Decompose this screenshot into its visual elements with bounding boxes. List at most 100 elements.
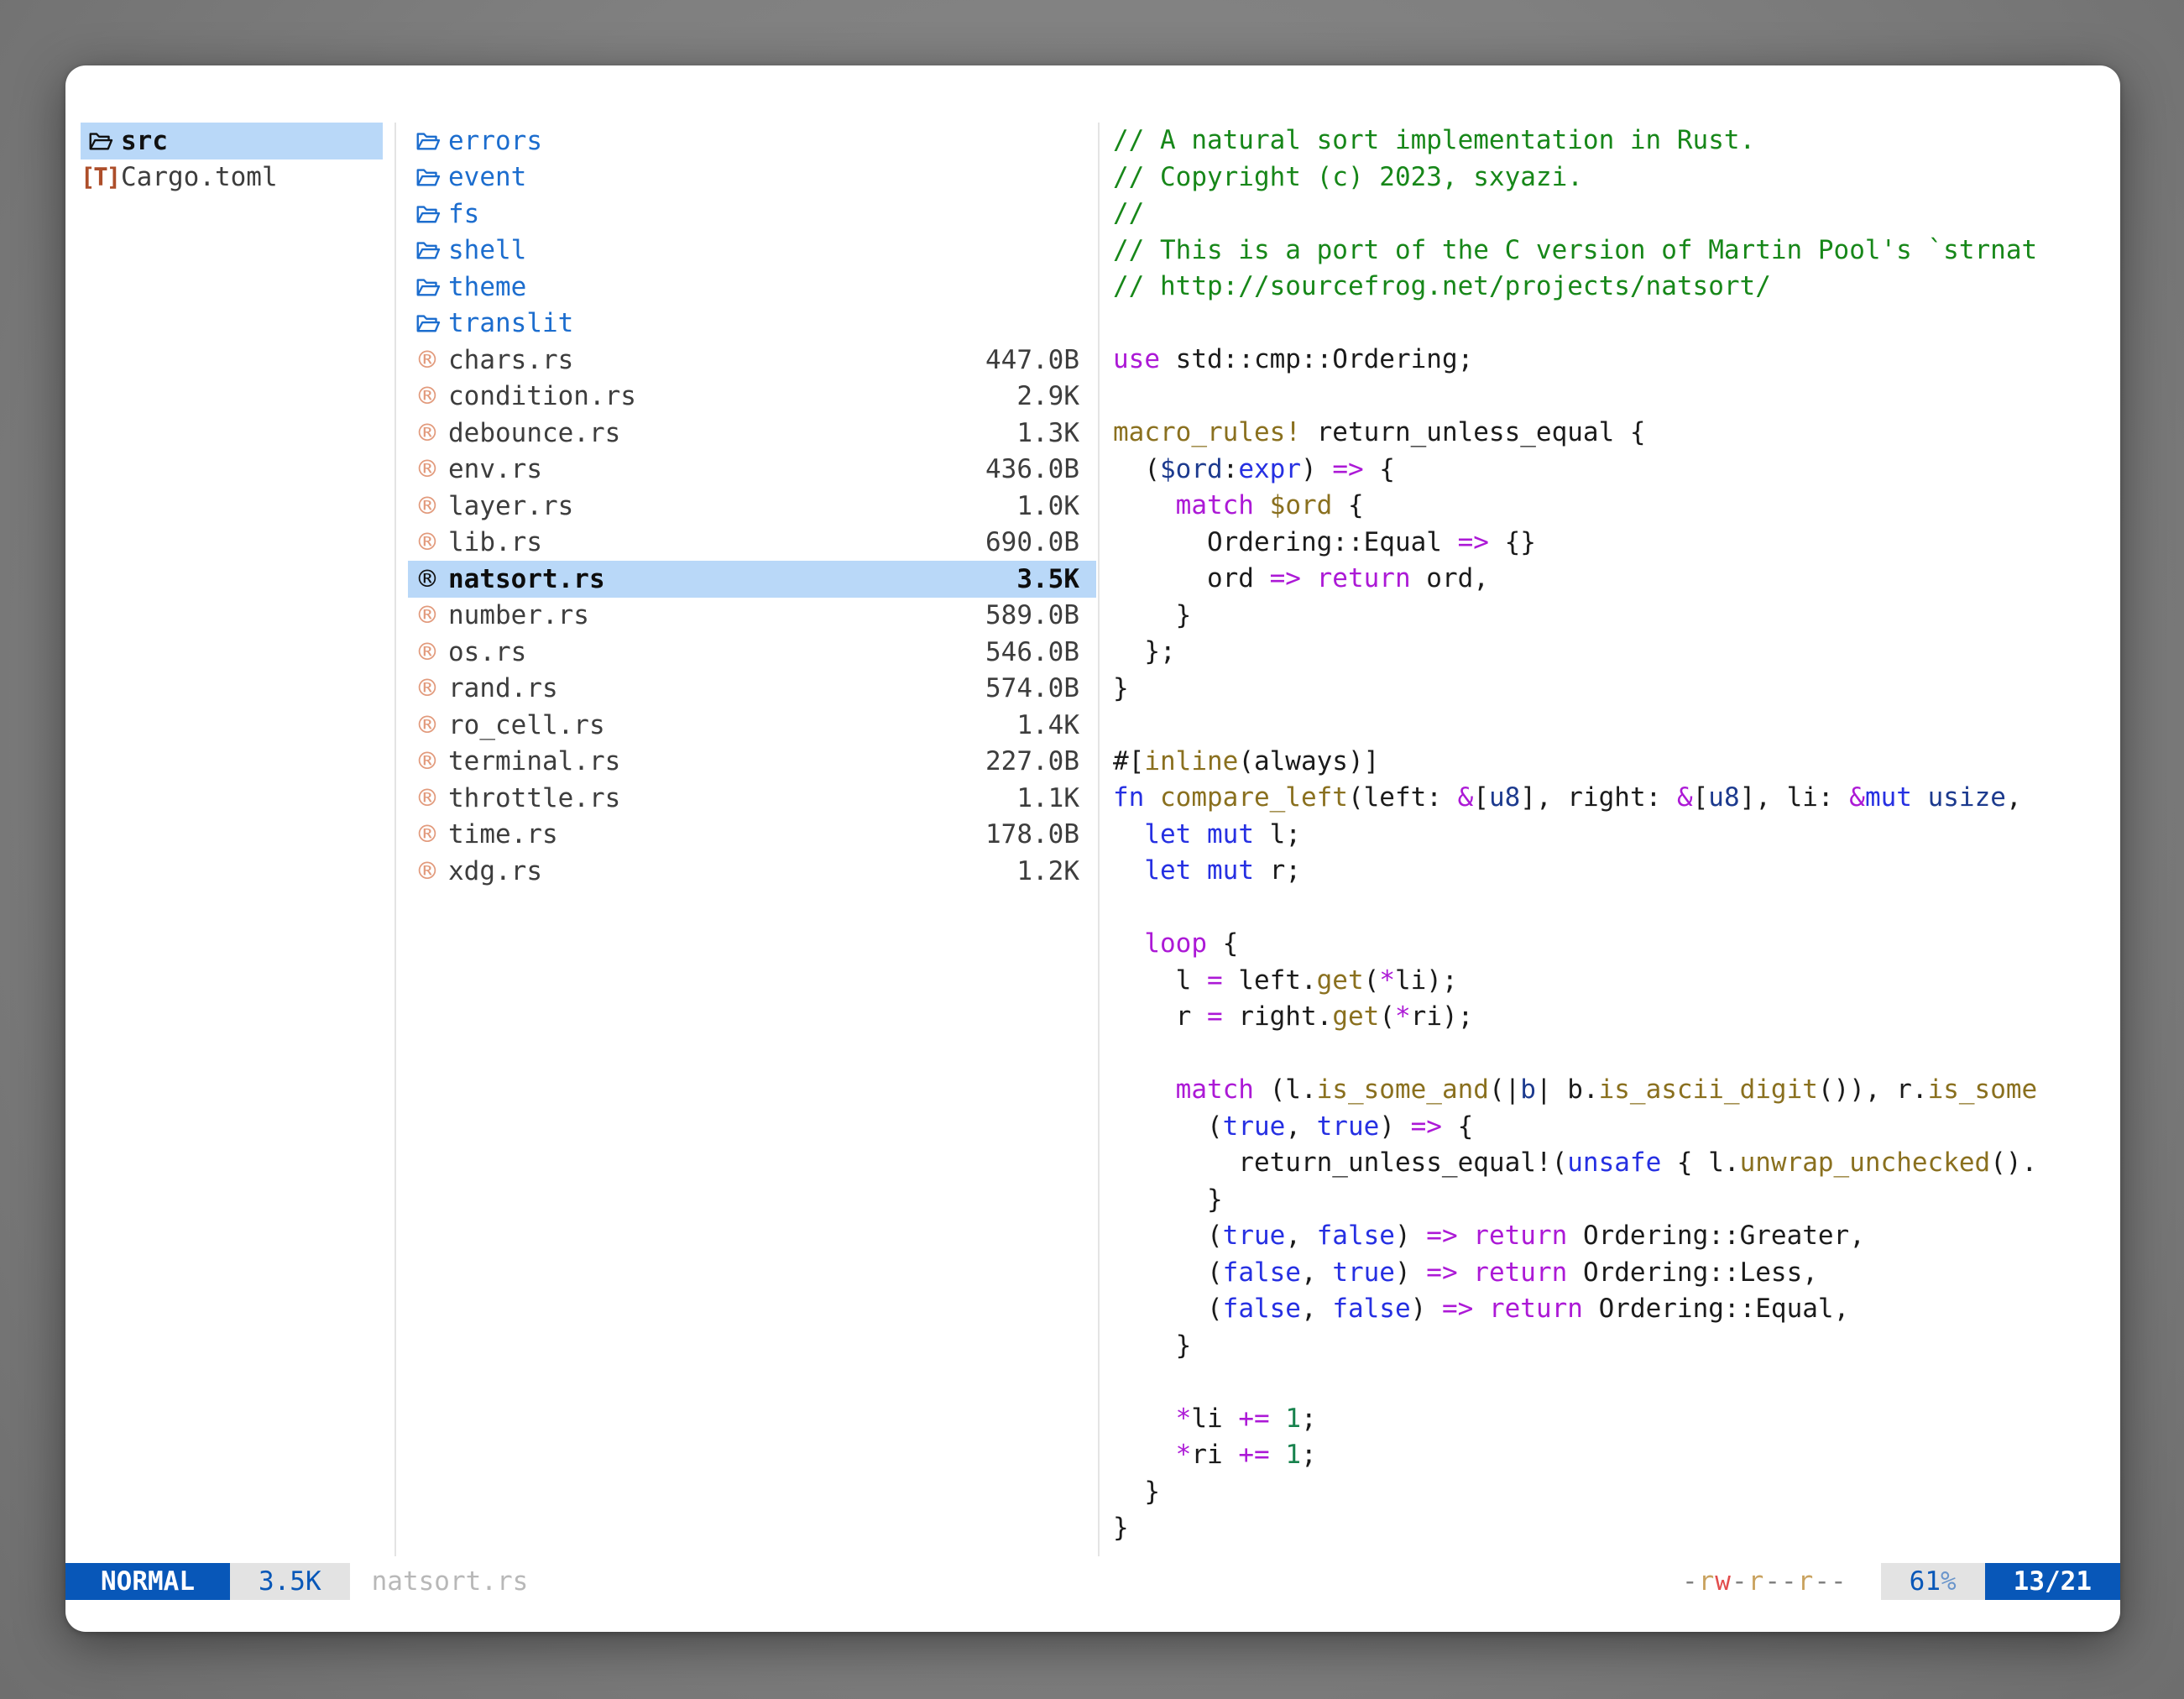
status-bar-right: -rw-r--r-- 61% 13/21 — [1682, 1563, 2120, 1600]
cursor-position-badge: 13/21 — [1985, 1563, 2120, 1600]
file-name: Cargo.toml — [121, 162, 278, 192]
code-line: return_unless_equal!(unsafe { l.unwrap_u… — [1113, 1145, 2120, 1182]
code-line: } — [1113, 1510, 2120, 1547]
rust-icon: ® — [408, 346, 447, 374]
rust-icon: ® — [408, 674, 447, 703]
file-row-os.rs[interactable]: ®os.rs 546.0B — [408, 634, 1096, 671]
file-row-number.rs[interactable]: ®number.rs589.0B — [408, 598, 1096, 635]
folder-open-icon — [81, 128, 119, 154]
file-row-natsort.rs[interactable]: ®natsort.rs 3.5K — [408, 561, 1096, 598]
file-row-xdg.rs[interactable]: ®xdg.rs1.2K — [408, 853, 1096, 890]
mode-label: NORMAL — [101, 1566, 195, 1597]
code-line — [1113, 306, 2120, 342]
rust-icon: ® — [408, 711, 447, 740]
file-name: fs — [448, 199, 479, 229]
cursor-position-label: 13/21 — [2014, 1566, 2092, 1597]
file-row-theme[interactable]: theme — [408, 269, 1096, 306]
pane-divider — [1098, 123, 1100, 1556]
file-size: 546.0B — [985, 637, 1096, 667]
file-size: 574.0B — [985, 673, 1096, 703]
file-row-chars.rs[interactable]: ®chars.rs447.0B — [408, 342, 1096, 379]
code-line: } — [1113, 671, 2120, 708]
code-line — [1113, 707, 2120, 744]
file-name: rand.rs — [448, 673, 558, 703]
code-line: // This is a port of the C version of Ma… — [1113, 233, 2120, 269]
file-row-event[interactable]: event — [408, 159, 1096, 196]
file-size: 1.2K — [1016, 856, 1096, 886]
status-bar: NORMAL 3.5K natsort.rs -rw-r--r-- 61% 13… — [65, 1563, 2120, 1600]
file-name: theme — [448, 272, 526, 302]
file-row-layer.rs[interactable]: ®layer.rs1.0K — [408, 488, 1096, 525]
code-line: // Copyright (c) 2023, sxyazi. — [1113, 159, 2120, 196]
file-row-rand.rs[interactable]: ®rand.rs 574.0B — [408, 671, 1096, 708]
rust-icon: ® — [408, 565, 447, 593]
rust-icon: ® — [408, 382, 447, 410]
file-name: os.rs — [448, 637, 526, 667]
pane-divider — [394, 123, 396, 1556]
file-name: number.rs — [448, 600, 589, 630]
file-size: 1.3K — [1016, 418, 1096, 448]
file-size-chip: 3.5K — [230, 1563, 350, 1600]
rust-icon: ® — [408, 638, 447, 667]
file-row-env.rs[interactable]: ®env.rs436.0B — [408, 452, 1096, 489]
file-size: 227.0B — [985, 746, 1096, 776]
parent-item-Cargo.toml[interactable]: [T]Cargo.toml — [81, 159, 383, 196]
file-row-errors[interactable]: errors — [408, 123, 1096, 159]
code-line: // http://sourcefrog.net/projects/natsor… — [1113, 269, 2120, 306]
file-row-fs[interactable]: fs — [408, 196, 1096, 233]
parent-item-src[interactable]: src — [81, 123, 383, 159]
status-bar-left: NORMAL 3.5K natsort.rs — [65, 1563, 528, 1600]
folder-open-icon — [408, 201, 447, 227]
permissions-text: -rw-r--r-- — [1682, 1563, 1847, 1600]
file-row-shell[interactable]: shell — [408, 233, 1096, 269]
code-line: // — [1113, 196, 2120, 233]
file-row-condition.rs[interactable]: ®condition.rs 2.9K — [408, 379, 1096, 416]
file-name: time.rs — [448, 819, 558, 850]
parent-pane: src[T]Cargo.toml — [81, 123, 383, 196]
file-row-time.rs[interactable]: ®time.rs 178.0B — [408, 817, 1096, 854]
file-size: 1.1K — [1016, 783, 1096, 813]
folder-open-icon — [408, 238, 447, 263]
file-size: 178.0B — [985, 819, 1096, 850]
file-row-lib.rs[interactable]: ®lib.rs690.0B — [408, 525, 1096, 562]
code-line: fn compare_left(left: &[u8], right: &[u8… — [1113, 780, 2120, 817]
file-name: natsort.rs — [448, 564, 605, 594]
code-line: *li += 1; — [1113, 1401, 2120, 1438]
file-row-throttle.rs[interactable]: ®throttle.rs 1.1K — [408, 780, 1096, 817]
folder-open-icon — [408, 311, 447, 336]
code-line: use std::cmp::Ordering; — [1113, 342, 2120, 379]
file-row-translit[interactable]: translit — [408, 306, 1096, 342]
file-preview-pane[interactable]: // A natural sort implementation in Rust… — [1113, 123, 2120, 1553]
file-size: 589.0B — [985, 600, 1096, 630]
rust-icon: ® — [408, 784, 447, 813]
file-name: throttle.rs — [448, 783, 620, 813]
code-line: (true, true) => { — [1113, 1109, 2120, 1146]
rust-icon: ® — [408, 747, 447, 776]
file-size: 3.5K — [1016, 564, 1096, 594]
folder-open-icon — [408, 274, 447, 300]
code-line: ord => return ord, — [1113, 561, 2120, 598]
file-row-ro_cell.rs[interactable]: ®ro_cell.rs 1.4K — [408, 707, 1096, 744]
code-line — [1113, 379, 2120, 416]
code-line — [1113, 1036, 2120, 1073]
file-size: 1.0K — [1016, 491, 1096, 521]
rust-icon: ® — [408, 820, 447, 849]
code-line: match (l.is_some_and(|b| b.is_ascii_digi… — [1113, 1072, 2120, 1109]
file-name: layer.rs — [448, 491, 573, 521]
file-row-debounce.rs[interactable]: ®debounce.rs1.3K — [408, 415, 1096, 452]
percent-symbol: % — [1941, 1566, 1957, 1597]
file-name: ro_cell.rs — [448, 710, 605, 740]
file-size: 2.9K — [1016, 381, 1096, 411]
file-size: 436.0B — [985, 454, 1096, 484]
code-line: }; — [1113, 634, 2120, 671]
rust-icon: ® — [408, 528, 447, 557]
file-size: 447.0B — [985, 345, 1096, 375]
code-line: macro_rules! return_unless_equal { — [1113, 415, 2120, 452]
file-size: 1.4K — [1016, 710, 1096, 740]
code-line: let mut r; — [1113, 853, 2120, 890]
scroll-percent-value: 61 — [1910, 1566, 1941, 1597]
file-row-terminal.rs[interactable]: ®terminal.rs227.0B — [408, 744, 1096, 781]
code-line: } — [1113, 1474, 2120, 1511]
file-name: condition.rs — [448, 381, 636, 411]
file-name: lib.rs — [448, 527, 542, 557]
